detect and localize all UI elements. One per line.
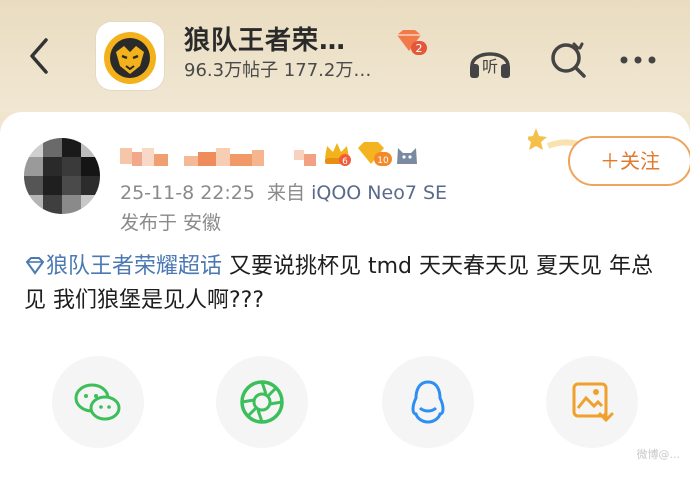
- mascot-badge: [394, 142, 420, 166]
- save-image-button[interactable]: [546, 356, 638, 448]
- diamond-badge-icon: 2: [397, 30, 427, 55]
- username-redacted[interactable]: [120, 144, 320, 170]
- share-wechat-button[interactable]: [52, 356, 144, 448]
- fan-level-badge: 10: [356, 140, 392, 168]
- back-arrow-icon: [30, 38, 48, 74]
- super-topic-link-text: 狼队王者荣耀超话: [46, 254, 223, 279]
- avatar[interactable]: [24, 138, 100, 214]
- topic-diamond-icon: [25, 257, 45, 275]
- follow-button[interactable]: ＋关注: [568, 136, 690, 186]
- search-icon: [551, 42, 586, 78]
- super-topic-link[interactable]: 狼队王者荣耀超话: [24, 254, 222, 279]
- back-button[interactable]: [24, 36, 56, 76]
- crown-badge-icon: 6: [325, 143, 351, 167]
- post-content: 狼队王者荣耀超话 又要说挑杯见 tmd 天天春天见 夏天见 年总见 我们狼堡是见…: [24, 250, 664, 318]
- save-image-icon: [572, 382, 614, 423]
- share-moments-button[interactable]: [216, 356, 308, 448]
- post-location: 发布于 安徽: [120, 212, 222, 234]
- member-badge: 6: [322, 140, 352, 168]
- moments-aperture-icon: [240, 380, 284, 424]
- post-source-label: 来自: [267, 182, 306, 204]
- headphones-icon: 听: [470, 52, 510, 78]
- more-button[interactable]: [614, 36, 662, 84]
- wechat-icon: [74, 383, 121, 421]
- cat-badge-icon: [397, 148, 417, 164]
- super-topic-title[interactable]: 狼队王者荣…: [184, 20, 346, 57]
- pixelated-avatar-icon: [24, 138, 100, 214]
- svg-text:听: 听: [482, 57, 498, 76]
- post-device[interactable]: iQOO Neo7 SE: [311, 182, 447, 204]
- level-number: 2: [416, 42, 423, 55]
- super-topic-stats: 96.3万帖子 177.2万…: [184, 60, 372, 81]
- more-icon: [620, 56, 656, 64]
- fan-level: 10: [377, 156, 389, 166]
- share-qq-button[interactable]: [382, 356, 474, 448]
- post-meta: 25-11-8 22:25 来自 iQOO Neo7 SE: [120, 178, 447, 205]
- listen-button[interactable]: 听: [466, 36, 514, 84]
- diamond-level-icon: 10: [358, 142, 392, 166]
- watermark-text: 微博@...: [636, 448, 681, 461]
- level-badge: 2: [393, 29, 427, 55]
- post-time: 25-11-8 22:25: [120, 182, 255, 204]
- qq-penguin-icon: [411, 380, 445, 424]
- search-button[interactable]: [544, 36, 592, 84]
- wolf-logo-icon: [96, 22, 164, 90]
- super-topic-logo[interactable]: [96, 22, 164, 90]
- member-level: 6: [342, 157, 348, 167]
